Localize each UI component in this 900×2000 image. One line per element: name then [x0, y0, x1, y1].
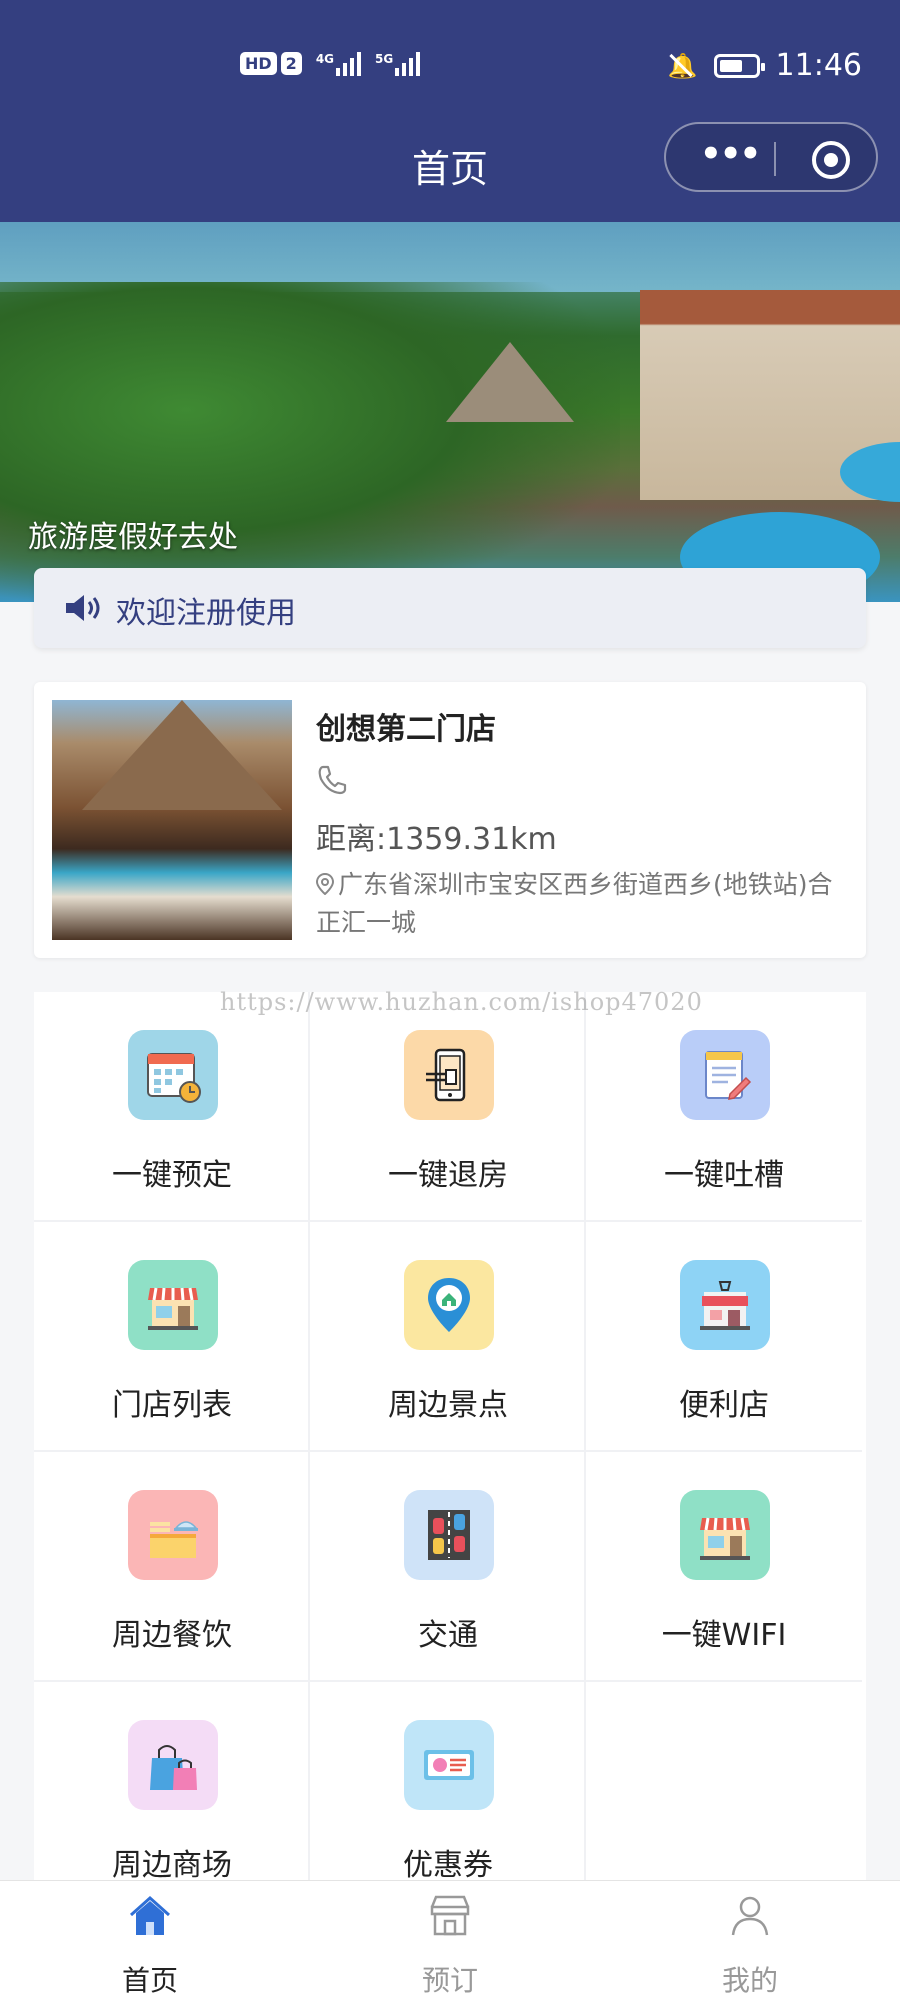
banner-caption: 旅游度假好去处 — [28, 520, 238, 555]
network-4g-label: 4G — [315, 52, 335, 66]
store-name: 创想第二门店 — [316, 712, 496, 747]
menu-label: 交通 — [418, 1618, 478, 1653]
storefront-icon — [680, 1490, 770, 1580]
capsule-divider — [774, 142, 776, 176]
coupon-icon — [404, 1720, 494, 1810]
location-pin-icon — [316, 873, 334, 895]
menu-item-dining[interactable]: 周边餐饮 — [34, 1452, 310, 1682]
user-icon — [731, 1896, 769, 1936]
menu-item-mall[interactable]: 周边商场 — [34, 1682, 310, 1912]
store-image — [52, 700, 292, 940]
home-icon — [129, 1895, 171, 1935]
phone-icon[interactable] — [316, 764, 348, 796]
menu-item-booking[interactable]: 一键预定 — [34, 992, 310, 1222]
store-address-row[interactable]: 广东省深圳市宝安区西乡街道西乡(地铁站)合正汇一城 — [316, 866, 836, 942]
menu-label: 一键WIFI — [661, 1618, 787, 1653]
shop-icon — [680, 1260, 770, 1350]
battery-icon — [713, 53, 765, 78]
menu-label: 优惠券 — [403, 1848, 493, 1883]
map-pin-icon — [404, 1260, 494, 1350]
close-mini-program-button[interactable] — [812, 141, 850, 179]
mini-program-capsule: ••• — [664, 122, 878, 192]
store-card[interactable]: 创想第二门店 距离:1359.31km 广东省深圳市宝安区西乡街道西乡(地铁站)… — [34, 682, 866, 958]
menu-item-coupon[interactable]: 优惠券 — [310, 1682, 586, 1912]
menu-label: 便利店 — [679, 1388, 769, 1423]
menu-item-traffic[interactable]: 交通 — [310, 1452, 586, 1682]
menu-item-store-list[interactable]: 门店列表 — [34, 1222, 310, 1452]
menu-label: 一键吐槽 — [664, 1158, 784, 1193]
speaker-icon — [66, 595, 100, 621]
phone-checkout-icon — [404, 1030, 494, 1120]
top-bar: HD 2 4G 5G 🔔 11:46 首页 ••• — [0, 0, 900, 222]
mute-bell-icon: 🔔 — [667, 51, 698, 80]
notice-text: 欢迎注册使用 — [116, 596, 296, 631]
watermark-text: https://www.huzhan.com/ishop47020 — [220, 988, 703, 1016]
signal-icon — [336, 50, 362, 76]
tab-label: 首页 — [121, 1964, 178, 1997]
notice-bar[interactable]: 欢迎注册使用 — [34, 568, 866, 648]
tab-mine[interactable]: 我的 — [650, 1893, 850, 1999]
more-menu-button[interactable]: ••• — [700, 137, 761, 171]
tab-label: 我的 — [721, 1964, 778, 1997]
traffic-icon — [404, 1490, 494, 1580]
storefront-icon — [128, 1260, 218, 1350]
menu-item-checkout[interactable]: 一键退房 — [310, 992, 586, 1222]
menu-item-attractions[interactable]: 周边景点 — [310, 1222, 586, 1452]
signal-icon — [395, 50, 421, 76]
menu-label: 一键退房 — [388, 1158, 508, 1193]
hd-badge: HD — [240, 51, 277, 75]
food-counter-icon — [128, 1490, 218, 1580]
sim-badge: 2 — [280, 51, 302, 75]
store-address: 广东省深圳市宝安区西乡街道西乡(地铁站)合正汇一城 — [316, 870, 833, 937]
menu-label: 周边餐饮 — [112, 1618, 232, 1653]
store-icon — [430, 1895, 470, 1936]
menu-item-feedback[interactable]: 一键吐槽 — [586, 992, 862, 1222]
tab-label: 预订 — [421, 1964, 478, 1997]
menu-item-wifi[interactable]: 一键WIFI — [586, 1452, 862, 1682]
tab-home[interactable]: 首页 — [50, 1893, 250, 1999]
menu-label: 周边商场 — [112, 1848, 232, 1883]
menu-label: 门店列表 — [112, 1388, 232, 1423]
bottom-tab-bar: 首页 预订 我的 — [0, 1880, 900, 2000]
status-time: 11:46 — [775, 48, 862, 83]
hero-banner[interactable]: 旅游度假好去处 — [0, 222, 900, 602]
feature-grid: 一键预定 一键退房 一键吐槽 门店列表 周边景点 便利店 周边餐饮 交通 一键W… — [34, 992, 866, 1912]
calendar-icon — [128, 1030, 218, 1120]
menu-label: 一键预定 — [112, 1158, 232, 1193]
network-5g-label: 5G — [375, 52, 394, 66]
notepad-icon — [680, 1030, 770, 1120]
menu-label: 周边景点 — [388, 1388, 508, 1423]
menu-item-convenience-store[interactable]: 便利店 — [586, 1222, 862, 1452]
network-indicators: HD 2 4G 5G — [240, 50, 421, 76]
shopping-bag-icon — [128, 1720, 218, 1810]
store-distance: 距离:1359.31km — [316, 822, 557, 857]
status-bar: HD 2 4G 5G 🔔 11:46 — [0, 44, 900, 92]
tab-booking[interactable]: 预订 — [350, 1893, 550, 1999]
